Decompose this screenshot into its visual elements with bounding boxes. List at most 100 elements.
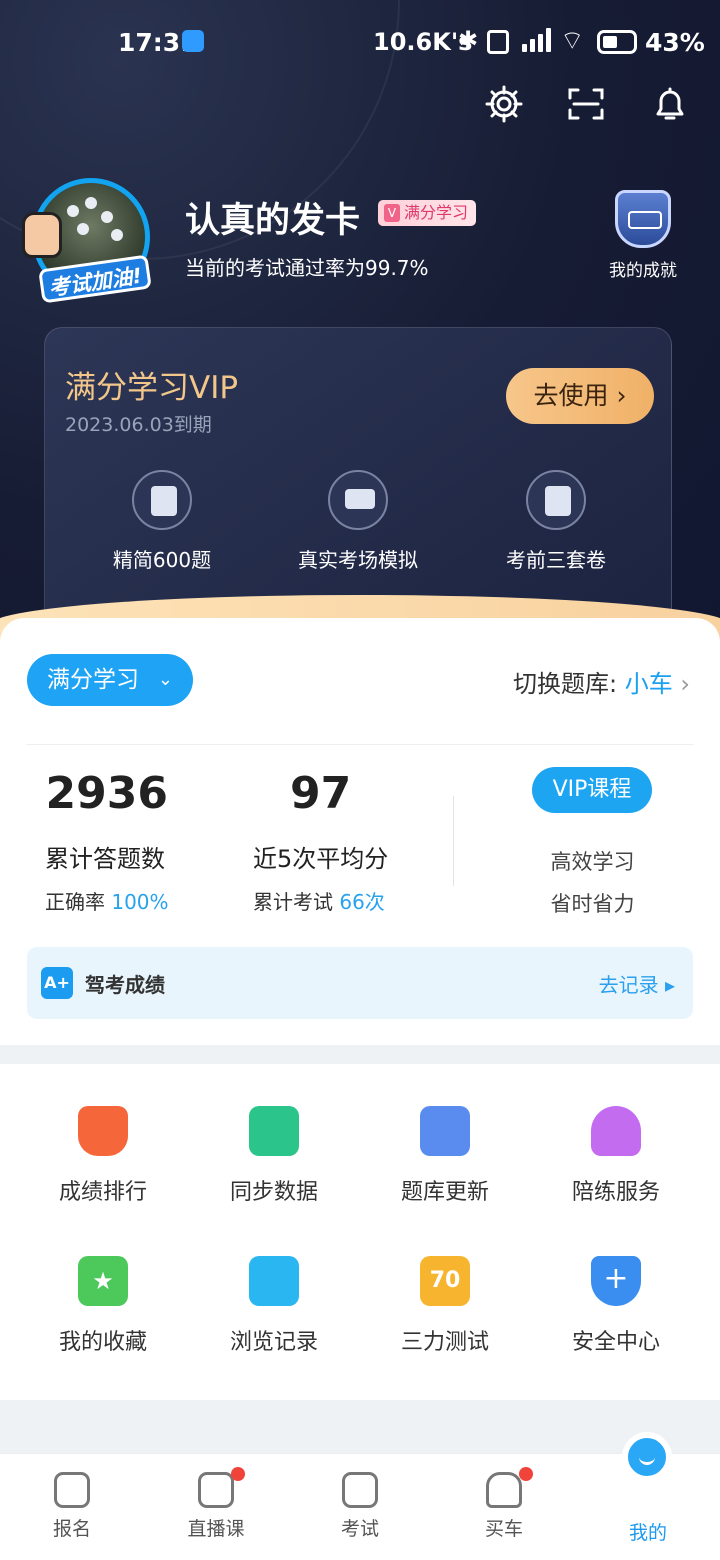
trophy-icon <box>78 1106 128 1156</box>
pass-rate-text: 当前的考试通过率为99.7% <box>185 256 429 280</box>
grid-item-ability-test[interactable]: 70 三力测试 <box>360 1256 530 1356</box>
battery-icon <box>597 30 637 54</box>
bluetooth-icon: ✱ <box>458 26 479 54</box>
record-title: 驾考成绩 <box>85 973 165 997</box>
tab-label: 报名 <box>52 1518 91 1540</box>
tab-label: 我的 <box>628 1522 667 1544</box>
tab-buy-car[interactable]: 买车 <box>459 1467 549 1541</box>
vip-badge[interactable]: 满分学习 <box>378 200 477 226</box>
stat-sub-label: 正确率 <box>45 890 112 914</box>
grid-item-coach[interactable]: 陪练服务 <box>531 1106 701 1206</box>
person-icon <box>591 1106 641 1156</box>
grid-item-label: 陪练服务 <box>571 1180 660 1205</box>
wifi-icon: ⌔ <box>560 26 585 56</box>
stat-label: 累计答题数 <box>45 845 165 873</box>
register-icon <box>54 1472 90 1508</box>
tab-label: 直播课 <box>187 1518 245 1540</box>
vip-feature-label: 考前三套卷 <box>506 548 606 572</box>
grid-item-label: 同步数据 <box>229 1180 318 1205</box>
grid-item-label: 安全中心 <box>571 1330 660 1355</box>
vip-use-button[interactable]: 去使用 › <box>506 368 654 424</box>
exam-record-banner[interactable]: A+ 驾考成绩 去记录 ▸ <box>27 947 693 1019</box>
history-icon <box>249 1256 299 1306</box>
vip-expire-date: 2023.06.03到期 <box>65 414 212 436</box>
notification-dot <box>231 1467 245 1481</box>
battery-percent: 43% <box>645 28 705 57</box>
stat-average[interactable]: 97 近5次平均分 累计考试 66次 <box>253 768 388 915</box>
test-70-icon: 70 <box>420 1256 470 1306</box>
achievement-label: 我的成就 <box>609 261 677 281</box>
vibrate-icon <box>487 30 509 54</box>
grid-item-favorites[interactable]: ★ 我的收藏 <box>18 1256 188 1356</box>
grid-item-label: 三力测试 <box>400 1330 489 1355</box>
vip-course-button[interactable]: VIP课程 <box>532 767 652 813</box>
grid-item-security[interactable]: + 安全中心 <box>531 1256 701 1356</box>
grid-item-bank-update[interactable]: 题库更新 <box>360 1106 530 1206</box>
refresh-doc-icon <box>420 1106 470 1156</box>
user-name: 认真的发卡 <box>185 201 361 241</box>
bank-name: 小车 <box>624 670 673 698</box>
notification-dot <box>519 1467 533 1481</box>
stat-divider <box>453 796 454 886</box>
grid-item-label: 题库更新 <box>400 1180 489 1205</box>
study-mode-label: 满分学习 <box>47 667 139 693</box>
tools-grid: 成绩排行 同步数据 题库更新 陪练服务 ★ 我的收藏 浏览记录 70 三力测试 + 安… <box>0 1064 720 1400</box>
divider <box>27 744 693 745</box>
stat-sub-value: 66次 <box>339 890 385 914</box>
shield-plus-icon: + <box>591 1256 641 1306</box>
notification-bell-icon[interactable] <box>650 84 690 124</box>
stat-answered[interactable]: 2936 累计答题数 正确率 100% <box>45 768 169 915</box>
document-icon <box>132 470 192 530</box>
stat-sub-value: 100% <box>111 890 169 914</box>
vip-feature-papers[interactable]: 考前三套卷 <box>456 470 656 573</box>
switch-question-bank[interactable]: 切换题库: 小车 › <box>513 664 690 699</box>
stat-value: 97 <box>290 768 352 819</box>
stat-label: 近5次平均分 <box>253 845 389 873</box>
tv-icon <box>198 1467 245 1508</box>
mine-tab-icon[interactable] <box>622 1432 672 1482</box>
achievement-shield-icon <box>615 190 671 248</box>
settings-gear-icon[interactable] <box>484 84 524 124</box>
signal-icon <box>522 28 552 52</box>
achievement-button[interactable]: 我的成就 <box>608 190 678 281</box>
study-mode-dropdown[interactable]: 满分学习 ⌄ <box>27 654 193 706</box>
chevron-down-icon: ⌄ <box>157 669 173 690</box>
bottom-tab-bar: 报名 直播课 考试 买车 我的 <box>0 1453 720 1560</box>
vip-title: 满分学习VIP <box>65 370 239 406</box>
tab-exam[interactable]: 考试 <box>315 1472 405 1541</box>
vip-feature-label: 精简600题 <box>112 548 212 572</box>
grid-item-label: 我的收藏 <box>58 1330 147 1355</box>
grid-item-ranking[interactable]: 成绩排行 <box>18 1106 188 1206</box>
vip-feature-600[interactable]: 精简600题 <box>62 470 262 573</box>
grid-item-label: 成绩排行 <box>58 1180 147 1205</box>
tab-label: 买车 <box>484 1518 523 1540</box>
tab-label: 考试 <box>340 1518 379 1540</box>
cloud-icon <box>182 30 204 52</box>
tab-mine[interactable]: 我的 <box>603 1518 693 1545</box>
stat-sub-label: 累计考试 <box>253 890 340 914</box>
stat-value: 2936 <box>45 768 168 819</box>
chevron-right-icon: › <box>680 670 690 698</box>
star-folder-icon: ★ <box>78 1256 128 1306</box>
vip-card: 满分学习VIP 2023.06.03到期 去使用 › 精简600题 真实考场模拟… <box>44 327 672 627</box>
stat-sub: 累计考试 66次 <box>253 886 388 915</box>
grid-item-history[interactable]: 浏览记录 <box>189 1256 359 1356</box>
car-icon <box>486 1467 533 1508</box>
sync-icon <box>249 1106 299 1156</box>
monitor-icon <box>328 470 388 530</box>
tab-register[interactable]: 报名 <box>27 1472 117 1541</box>
tab-live[interactable]: 直播课 <box>171 1467 261 1541</box>
study-panel: 满分学习 ⌄ 切换题库: 小车 › 2936 累计答题数 正确率 100% 97 … <box>0 618 720 1045</box>
grade-a-plus-icon: A+ <box>41 967 73 999</box>
switch-label: 切换题库: <box>513 670 625 698</box>
grid-item-label: 浏览记录 <box>229 1330 318 1355</box>
grid-item-sync[interactable]: 同步数据 <box>189 1106 359 1206</box>
scan-icon[interactable] <box>566 84 606 124</box>
record-action[interactable]: 去记录 ▸ <box>599 969 675 998</box>
vip-course-line: 高效学习 <box>550 850 635 874</box>
vip-feature-simulation[interactable]: 真实考场模拟 <box>258 470 458 573</box>
cheer-fist-sticker <box>22 212 62 258</box>
exam-folder-icon <box>342 1472 378 1508</box>
vip-feature-label: 真实考场模拟 <box>298 548 418 572</box>
profile-header: 17:31 10.6K's ✱ ⌔ 43% 考试加油! 认真的发卡 满分学习 当… <box>0 0 720 640</box>
